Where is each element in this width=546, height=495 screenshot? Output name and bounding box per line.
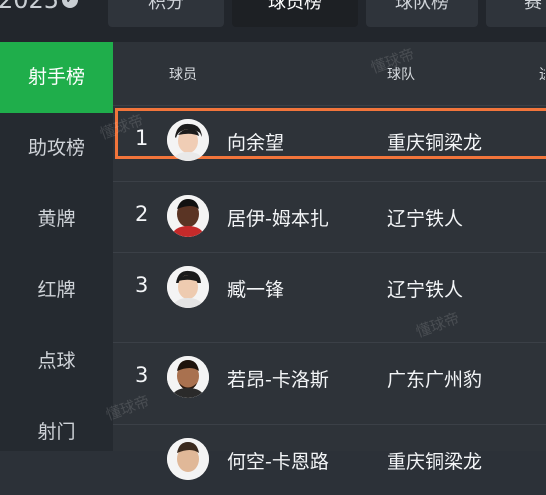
tab-player-rankings[interactable]: 球员榜	[232, 0, 358, 27]
player-name: 居伊-姆本扎	[227, 208, 329, 230]
team-name: 重庆铜梁龙	[387, 132, 483, 154]
player-name: 何空-卡恩路	[227, 451, 329, 473]
table-row[interactable]: 3 若昂-卡洛斯 广东广州豹	[113, 342, 546, 413]
table-header: 球员 球队 进	[113, 42, 546, 105]
row-rank: 3	[135, 363, 149, 387]
row-rank: 3	[135, 273, 149, 297]
tab-team-rankings-label: 球队榜	[395, 0, 449, 13]
table-row[interactable]: 何空-卡恩路 重庆铜梁龙	[113, 424, 546, 495]
player-name: 向余望	[227, 132, 285, 154]
tab-standings-label: 积分	[148, 0, 184, 13]
category-sidebar: 射手榜 助攻榜 黄牌 红牌 点球 射门	[0, 42, 113, 451]
player-name: 若昂-卡洛斯	[227, 369, 329, 391]
player-avatar	[167, 356, 209, 398]
team-name: 辽宁铁人	[387, 208, 464, 230]
table-row[interactable]: 1 向余望 重庆铜梁龙	[113, 105, 546, 176]
team-name: 广东广州豹	[387, 369, 483, 391]
sidebar-item-shots[interactable]: 射门	[0, 397, 113, 468]
team-name: 重庆铜梁龙	[387, 451, 483, 473]
tab-team-rankings[interactable]: 球队榜	[366, 0, 478, 27]
sidebar-item-goals[interactable]: 射手榜	[0, 42, 113, 113]
sidebar-item-red-cards[interactable]: 红牌	[0, 255, 113, 326]
row-rank: 2	[135, 202, 149, 226]
player-avatar	[167, 195, 209, 237]
player-avatar	[167, 119, 209, 161]
table-row[interactable]: 2 居伊-姆本扎 辽宁铁人	[113, 181, 546, 252]
sidebar-item-yellow-cards[interactable]: 黄牌	[0, 184, 113, 255]
table-row[interactable]: 3 臧一锋 辽宁铁人	[113, 252, 546, 323]
player-avatar	[167, 438, 209, 480]
season-dropdown-icon[interactable]: ✓	[62, 0, 78, 8]
header-overflow: 进	[539, 64, 545, 84]
rankings-table: 球员 球队 进 1 向余望 重庆铜梁龙 2	[97, 42, 546, 480]
team-name: 辽宁铁人	[387, 279, 464, 301]
player-avatar	[167, 266, 209, 308]
tab-standings[interactable]: 积分	[108, 0, 224, 27]
player-name: 臧一锋	[227, 279, 285, 301]
tab-player-rankings-label: 球员榜	[268, 0, 322, 13]
tab-schedule-label: 赛	[524, 0, 542, 13]
top-tab-bar: 2025 ✓ 积分 球员榜 球队榜 赛	[0, 0, 546, 42]
tab-schedule[interactable]: 赛	[486, 0, 546, 27]
sidebar-item-penalties[interactable]: 点球	[0, 326, 113, 397]
header-player: 球员	[169, 67, 197, 83]
season-label[interactable]: 2025	[0, 0, 59, 14]
